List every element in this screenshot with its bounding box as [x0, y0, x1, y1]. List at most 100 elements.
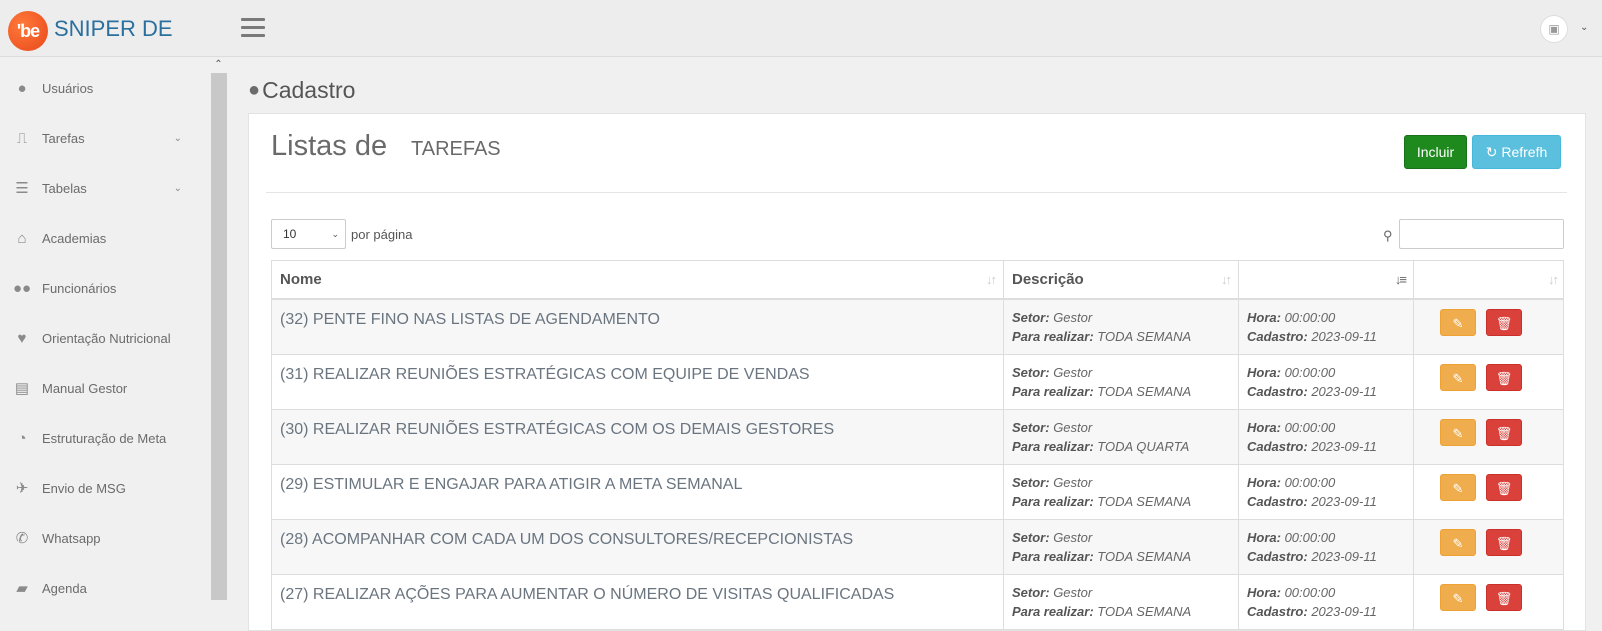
sidebar-item-label: Estruturação de Meta: [42, 430, 167, 446]
setor-label: Setor:: [1012, 310, 1050, 325]
delete-button[interactable]: 🗑: [1486, 529, 1522, 556]
cadastro-value: 2023-09-11: [1311, 494, 1377, 509]
delete-button[interactable]: 🗑: [1486, 309, 1522, 336]
sidebar-item[interactable]: ●● Funcionários: [0, 263, 200, 313]
cadastro-line: Cadastro: 2023-09-11: [1247, 329, 1377, 344]
edit-button[interactable]: ✎: [1440, 584, 1476, 611]
setor-value: Gestor: [1053, 365, 1093, 380]
logo[interactable]: 'be: [8, 11, 48, 51]
sidebar-scrollbar[interactable]: ⌃: [210, 57, 227, 631]
column-header-actions[interactable]: ↓↑: [1414, 261, 1565, 299]
user-avatar[interactable]: ▣: [1540, 15, 1568, 43]
refresh-button[interactable]: ↻ Refrefh: [1472, 135, 1561, 169]
search-input[interactable]: [1399, 219, 1564, 249]
sidebar-item[interactable]: ▤ Manual Gestor: [0, 363, 200, 413]
scroll-up-icon[interactable]: ⌃: [210, 57, 227, 73]
pencil-icon: ✎: [1452, 371, 1464, 386]
cell-nome: (31) REALIZAR REUNIÕES ESTRATÉGICAS COM …: [272, 355, 1004, 409]
sidebar-item[interactable]: ✆ Whatsapp: [0, 513, 200, 563]
per-page-select[interactable]: 10 ⌄: [271, 219, 346, 249]
setor-line: Setor: Gestor: [1012, 530, 1092, 545]
hora-value: 00:00:00: [1284, 310, 1336, 325]
cadastro-line: Cadastro: 2023-09-11: [1247, 384, 1377, 399]
chevron-down-icon: ⌄: [173, 132, 182, 144]
realizar-line: Para realizar: TODA SEMANA: [1012, 549, 1191, 564]
refresh-button-label: Refrefh: [1501, 144, 1548, 160]
cadastro-label: Cadastro:: [1247, 494, 1308, 509]
sidebar-item[interactable]: ⎍ Tarefas ⌄: [0, 113, 200, 163]
cell-nome: (28) ACOMPANHAR COM CADA UM DOS CONSULTO…: [272, 520, 1004, 574]
incluir-button[interactable]: Incluir: [1404, 135, 1467, 169]
cadastro-label: Cadastro:: [1247, 329, 1308, 344]
sort-icon: ↓↑: [986, 272, 997, 287]
cell-actions: ✎ 🗑: [1414, 410, 1564, 464]
setor-label: Setor:: [1012, 420, 1050, 435]
edit-button[interactable]: ✎: [1440, 364, 1476, 391]
cadastro-line: Cadastro: 2023-09-11: [1247, 494, 1377, 509]
cadastro-label: Cadastro:: [1247, 604, 1308, 619]
setor-value: Gestor: [1053, 585, 1093, 600]
cell-actions: ✎ 🗑: [1414, 575, 1564, 629]
trash-icon: 🗑: [1495, 481, 1513, 496]
delete-button[interactable]: 🗑: [1486, 364, 1522, 391]
table-row: (27) REALIZAR AÇÕES PARA AUMENTAR O NÚME…: [271, 575, 1564, 630]
hora-line: Hora: 00:00:00: [1247, 530, 1335, 545]
delete-button[interactable]: 🗑: [1486, 474, 1522, 501]
hora-value: 00:00:00: [1284, 365, 1336, 380]
trash-icon: 🗑: [1495, 371, 1513, 386]
plane-icon: ✈: [15, 480, 29, 497]
table-icon: ☰: [15, 180, 29, 197]
cell-descricao: Setor: Gestor Para realizar: TODA SEMANA: [1004, 575, 1239, 629]
sidebar-item-label: Tarefas: [42, 130, 85, 146]
refresh-icon: ↻: [1485, 144, 1498, 160]
hora-line: Hora: 00:00:00: [1247, 420, 1335, 435]
sort-desc-icon: ↓≡: [1394, 272, 1407, 287]
chevron-down-icon[interactable]: ⌄: [1580, 22, 1588, 33]
brand-name[interactable]: SNIPER DE: [54, 16, 173, 42]
setor-label: Setor:: [1012, 530, 1050, 545]
cadastro-label: Cadastro:: [1247, 439, 1308, 454]
task-name: (32) PENTE FINO NAS LISTAS DE AGENDAMENT…: [280, 311, 660, 328]
delete-button[interactable]: 🗑: [1486, 419, 1522, 446]
setor-line: Setor: Gestor: [1012, 420, 1092, 435]
hora-label: Hora:: [1247, 365, 1281, 380]
task-name: (28) ACOMPANHAR COM CADA UM DOS CONSULTO…: [280, 531, 854, 548]
sidebar-item[interactable]: ☰ Tabelas ⌄: [0, 163, 200, 213]
sidebar-item-label: Orientação Nutricional: [42, 330, 171, 346]
sidebar-item-label: Funcionários: [42, 280, 117, 296]
heartbeat-icon: ♥: [17, 329, 27, 347]
setor-value: Gestor: [1053, 530, 1093, 545]
realizar-value: TODA SEMANA: [1097, 329, 1192, 344]
table-row: (29) ESTIMULAR E ENGAJAR PARA ATIGIR A M…: [271, 465, 1564, 520]
cell-info: Hora: 00:00:00 Cadastro: 2023-09-11: [1239, 410, 1414, 464]
hamburger-menu-icon[interactable]: [241, 18, 265, 38]
setor-line: Setor: Gestor: [1012, 475, 1092, 490]
list-title: Listas de: [271, 130, 388, 162]
sort-icon: ↓↑: [1221, 272, 1232, 287]
edit-button[interactable]: ✎: [1440, 474, 1476, 501]
column-header-descricao[interactable]: Descrição ↓↑: [1004, 261, 1239, 299]
cadastro-label: Cadastro:: [1247, 384, 1308, 399]
sidebar-item-label: Academias: [42, 230, 107, 246]
delete-button[interactable]: 🗑: [1486, 584, 1522, 611]
sidebar-item[interactable]: ◔ Estruturação de Meta: [0, 413, 200, 463]
sidebar-item[interactable]: ⌂ Academias: [0, 213, 200, 263]
column-header-info[interactable]: ↓≡: [1239, 261, 1414, 299]
realizar-label: Para realizar:: [1012, 329, 1094, 344]
column-header-nome[interactable]: Nome ↓↑: [272, 261, 1004, 299]
pencil-icon: ✎: [1452, 426, 1464, 441]
scrollbar-thumb[interactable]: [211, 73, 227, 600]
cadastro-value: 2023-09-11: [1311, 549, 1377, 564]
edit-button[interactable]: ✎: [1440, 309, 1476, 336]
table-row: (28) ACOMPANHAR COM CADA UM DOS CONSULTO…: [271, 520, 1564, 575]
sidebar-item[interactable]: ▰ Agenda: [0, 563, 200, 613]
realizar-line: Para realizar: TODA SEMANA: [1012, 384, 1191, 399]
realizar-value: TODA SEMANA: [1097, 604, 1192, 619]
sidebar-item[interactable]: ● Usuários: [0, 63, 200, 113]
pencil-icon: ✎: [1452, 591, 1464, 606]
realizar-label: Para realizar:: [1012, 439, 1094, 454]
edit-button[interactable]: ✎: [1440, 529, 1476, 556]
sidebar-item[interactable]: ♥ Orientação Nutricional: [0, 313, 200, 363]
sidebar-item[interactable]: ✈ Envio de MSG: [0, 463, 200, 513]
edit-button[interactable]: ✎: [1440, 419, 1476, 446]
